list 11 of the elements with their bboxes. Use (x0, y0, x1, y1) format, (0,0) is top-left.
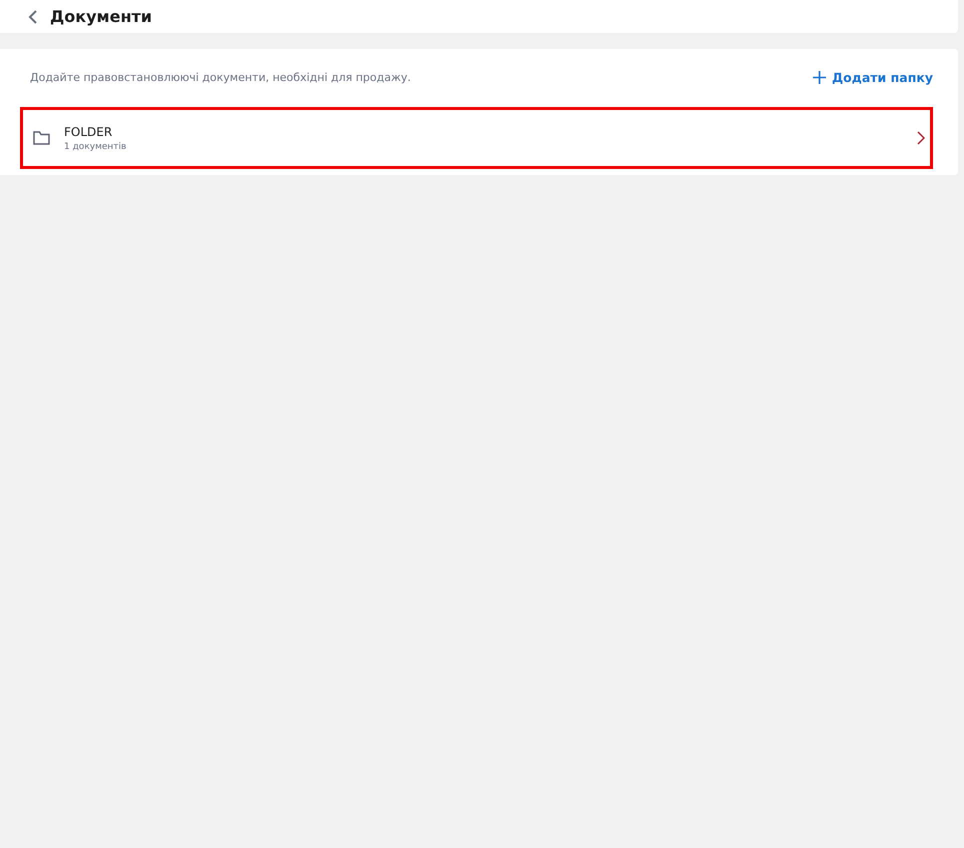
document-count: 1 документів (64, 142, 128, 152)
chevron-icon (917, 131, 925, 145)
back-icon (28, 8, 38, 24)
page-title: Документи (50, 7, 152, 26)
folder-item[interactable]: FOLDER 1 документів (20, 107, 933, 169)
description-text: Додайте правовстановлюючі документи, необхідні для продажу. (30, 70, 411, 84)
plus-icon (813, 70, 826, 84)
folder-name: FOLDER (64, 124, 114, 138)
folder-icon (33, 131, 50, 145)
add-folder-button[interactable]: Додати папку (813, 70, 933, 84)
back-button[interactable] (28, 8, 38, 24)
